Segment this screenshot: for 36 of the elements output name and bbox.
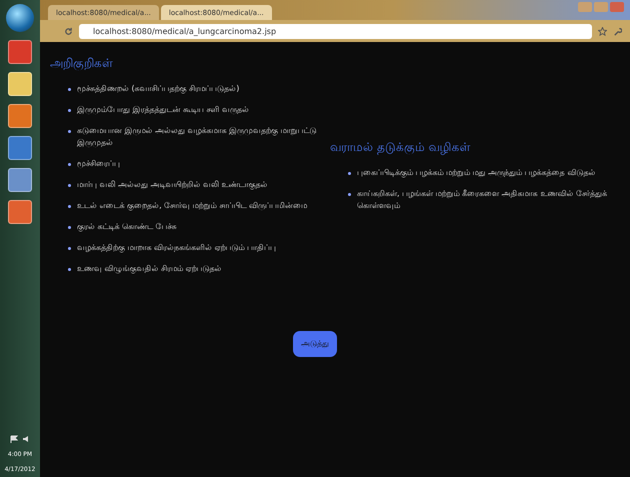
close-button[interactable] (610, 2, 624, 12)
section-heading: வராமல் தடுக்கும் வழிகள் (330, 140, 472, 155)
list-item: இருமும்போது இரத்தத்துடன் கூடிய சளி வருதல் (77, 104, 250, 116)
start-icon[interactable] (6, 4, 34, 32)
next-button[interactable]: அடுத்து (293, 331, 337, 357)
section-heading: அறிகுறிகள் (50, 56, 114, 71)
bullet-icon (68, 184, 71, 187)
list-item: குரல் கட்டிக் கொண்ட பேச்சு (77, 221, 177, 233)
list-item: கடுமையான இருமல் அல்லது வழக்கமாக இருமுவதற்கு மாறுபட்டு இருமுதல் (77, 125, 318, 149)
bullet-icon (68, 130, 71, 133)
bullet-icon (348, 193, 351, 196)
maximize-button[interactable] (594, 2, 608, 12)
app-icon[interactable] (8, 136, 32, 160)
list-item: உடல் எடைக் குறைதல், சோர்வு மற்றும் சாப்பிட விருப்பமின்மை (77, 200, 307, 212)
bullet-icon (68, 88, 71, 91)
list-item: மூச்சிரைப்பு (77, 158, 120, 170)
list-item: மார்பு வலி அல்லது அடிவயிற்றில் வலி உண்டாகுதல் (77, 179, 268, 191)
bullet-icon (348, 172, 351, 175)
speaker-icon[interactable] (22, 435, 30, 443)
bullet-icon (68, 163, 71, 166)
reload-icon[interactable] (64, 26, 73, 36)
list-item: வழக்கத்திற்கு மாறாக விரல்நகங்களில் ஏற்படும் பாதிப்பு (77, 242, 276, 254)
bullet-icon (68, 109, 71, 112)
bullet-icon (68, 268, 71, 271)
minimize-button[interactable] (578, 2, 592, 12)
star-icon[interactable] (598, 26, 607, 36)
flag-icon[interactable] (10, 435, 18, 443)
list-item: மூச்சுத்திணறல் (சுவாசிப்பதற்கு சிரமப்படுதல்) (77, 83, 240, 95)
list-item: புகைப்பிடிக்கும் பழக்கம் மற்றும் மது அருந்தும் பழக்கத்தை விடுதல் (357, 167, 596, 179)
wrench-icon[interactable] (613, 26, 622, 36)
list-item: காய்கறிகள், பழங்கள் மற்றும் கீரைகளை அதிகமாக உணவில் சேர்த்துக் கொள்ளவும் (357, 188, 608, 212)
list-item: உணவு விழுங்குவதில் சிரமம் ஏற்படுதல் (77, 263, 222, 275)
bullet-icon (68, 226, 71, 229)
bullet-icon (68, 247, 71, 250)
bullet-icon (68, 205, 71, 208)
address-bar[interactable]: localhost:8080/medical/a_lungcarcinoma2.jsp (79, 24, 592, 38)
